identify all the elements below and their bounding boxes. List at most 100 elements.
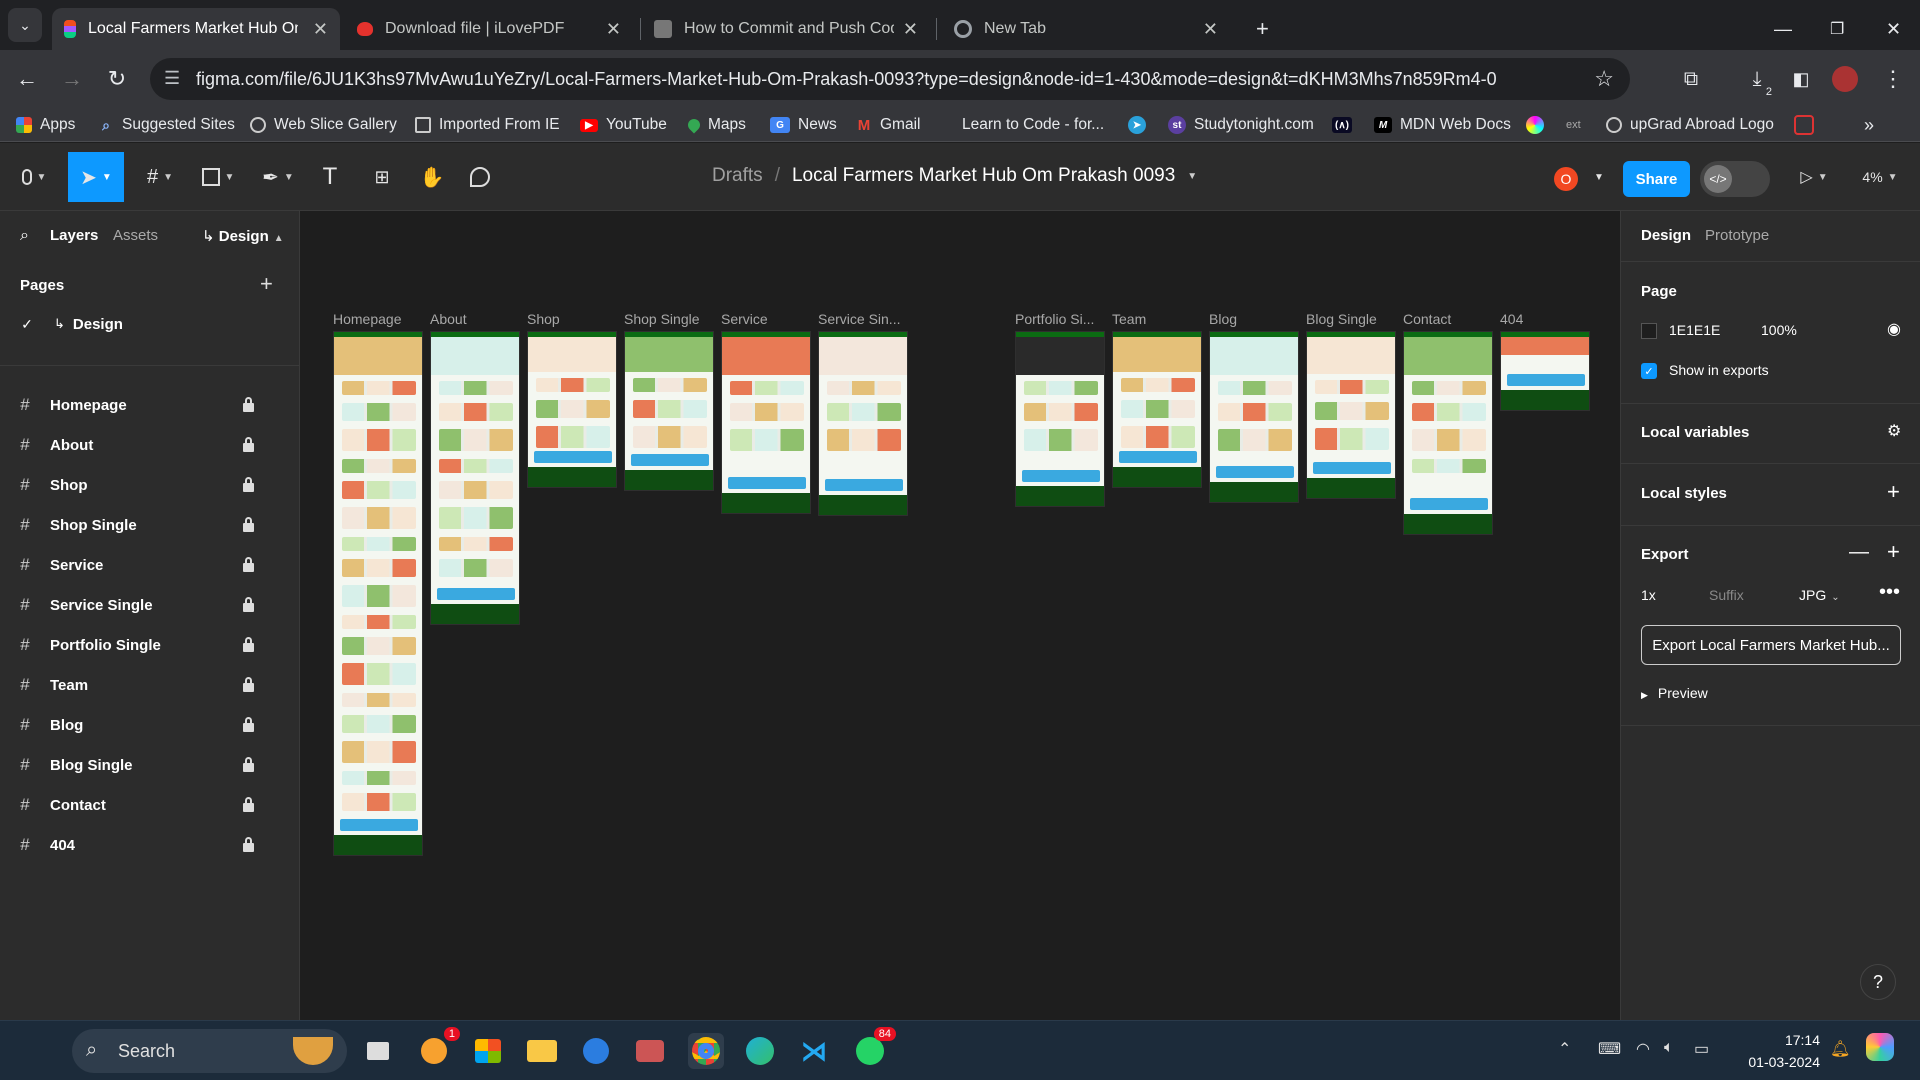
bookmark-learn-to-code[interactable]: Learn to Code - for... [946, 114, 1104, 136]
layer-item[interactable]: # Service [0, 545, 300, 585]
canvas-frame[interactable]: Service Sin... [818, 311, 908, 516]
canvas-frame[interactable]: Service [721, 311, 811, 514]
layer-item[interactable]: # Shop Single [0, 505, 300, 545]
frame-label[interactable]: Blog Single [1306, 311, 1402, 327]
export-more-options-icon[interactable]: ••• [1879, 581, 1900, 604]
bookmark-mdn[interactable]: M MDN Web Docs [1374, 114, 1511, 136]
frame-label[interactable]: Contact [1403, 311, 1499, 327]
canvas-frame[interactable]: Blog [1209, 311, 1299, 503]
file-title[interactable]: Local Farmers Market Hub Om Prakash 0093 [792, 165, 1175, 187]
layer-item[interactable]: # About [0, 425, 300, 465]
layer-item[interactable]: # Blog [0, 705, 300, 745]
notification-bell-icon[interactable]: 🔔︎ [1830, 1039, 1850, 1059]
share-button[interactable]: Share [1623, 161, 1690, 197]
tab-new-tab[interactable]: New Tab ✕ [942, 8, 1230, 50]
remove-export-minus-icon[interactable]: — [1849, 541, 1869, 564]
canvas-frame[interactable]: Blog Single [1306, 311, 1396, 499]
tab-assets[interactable]: Assets [113, 227, 158, 244]
lock-icon[interactable] [242, 757, 256, 773]
restore-window-icon[interactable]: ❐ [1818, 8, 1856, 50]
bookmark-web-slice[interactable]: Web Slice Gallery [250, 114, 397, 136]
layer-item[interactable]: # Shop [0, 465, 300, 505]
frame-label[interactable]: Homepage [333, 311, 429, 327]
bookmark-ext[interactable]: ext [1566, 114, 1581, 136]
design-canvas[interactable]: Homepage About Shop Shop Single Service Servi… [300, 211, 1620, 1020]
add-style-plus-icon[interactable]: + [1887, 479, 1900, 505]
address-bar[interactable]: ☰ figma.com/file/6JU1K3hs97MvAwu1uYeZry/… [150, 58, 1630, 100]
tab-ilovepdf[interactable]: Download file | iLovePDF ✕ [345, 8, 633, 50]
frame-label[interactable]: Service [721, 311, 817, 327]
task-view-icon[interactable] [360, 1033, 396, 1069]
lock-icon[interactable] [242, 517, 256, 533]
comment-tool-button[interactable] [462, 152, 498, 202]
downloads-icon[interactable]: ⤓ 2 [1740, 62, 1774, 99]
close-tab-icon[interactable]: ✕ [903, 19, 918, 40]
layer-item[interactable]: # Blog Single [0, 745, 300, 785]
add-export-plus-icon[interactable]: + [1887, 539, 1900, 565]
local-variables-heading[interactable]: Local variables [1641, 424, 1749, 441]
lock-icon[interactable] [242, 557, 256, 573]
bookmark-telegram[interactable]: ➤ [1128, 114, 1154, 136]
zoom-menu[interactable]: 4% ▼ [1852, 152, 1908, 202]
close-tab-icon[interactable]: ✕ [606, 19, 621, 40]
tab-prototype[interactable]: Prototype [1705, 227, 1769, 244]
layer-item[interactable]: # Team [0, 665, 300, 705]
wifi-icon[interactable]: ◠ [1636, 1039, 1650, 1059]
bookmark-maps[interactable]: Maps [685, 114, 746, 136]
user-avatar[interactable]: O [1554, 167, 1578, 191]
frame-label[interactable]: Blog [1209, 311, 1305, 327]
layer-item[interactable]: # Portfolio Single [0, 625, 300, 665]
export-format-select[interactable]: JPG ⌄ [1799, 587, 1840, 603]
shape-tool-button[interactable]: ▼ [196, 152, 240, 202]
frame-label[interactable]: Shop [527, 311, 623, 327]
bookmark-freecodecamp-bracket[interactable]: (∧) [1332, 114, 1360, 136]
chrome-icon[interactable] [688, 1033, 724, 1069]
microsoft-store-icon[interactable] [470, 1033, 506, 1069]
new-tab-button[interactable]: + [1244, 8, 1281, 50]
frame-label[interactable]: Portfolio Si... [1015, 311, 1111, 327]
frame-label[interactable]: Team [1112, 311, 1208, 327]
layer-item[interactable]: # Service Single [0, 585, 300, 625]
tab-layers[interactable]: Layers [50, 227, 98, 244]
profile-avatar[interactable] [1828, 62, 1862, 96]
frame-label[interactable]: Shop Single [624, 311, 720, 327]
extensions-icon[interactable]: ⧉ [1674, 62, 1708, 96]
bookmark-upgrad[interactable]: upGrad Abroad Logo [1606, 114, 1774, 136]
page-switcher[interactable]: ↳ Design ▲ [202, 227, 284, 245]
page-opacity-value[interactable]: 100% [1761, 322, 1797, 338]
layer-item[interactable]: #404 [0, 825, 300, 865]
page-item-design[interactable]: ✓ ↳ Design [0, 309, 300, 339]
drafts-link[interactable]: Drafts [712, 165, 763, 187]
canvas-frame[interactable]: Portfolio Si... [1015, 311, 1105, 507]
show-in-exports-checkbox[interactable]: ✓ [1641, 363, 1657, 379]
bookmark-suggested-sites[interactable]: ⌕ Suggested Sites [98, 114, 235, 136]
text-tool-button[interactable]: T [314, 152, 346, 202]
frame-label[interactable]: Service Sin... [818, 311, 914, 327]
minimize-icon[interactable]: — [1762, 8, 1804, 50]
side-panel-icon[interactable]: ◧ [1784, 62, 1818, 96]
help-question-icon[interactable]: ? [1860, 964, 1896, 1000]
bookmark-star-icon[interactable]: ☆ [1594, 66, 1614, 92]
bookmark-studytonight[interactable]: st Studytonight.com [1168, 114, 1314, 136]
volume-icon[interactable]: 🔈︎ [1664, 1039, 1674, 1057]
tab-commit-push[interactable]: How to Commit and Push Code ✕ [642, 8, 930, 50]
taskbar-search[interactable]: ⌕ Search [72, 1029, 347, 1073]
file-explorer-icon[interactable] [524, 1033, 560, 1069]
lock-icon[interactable] [242, 837, 256, 853]
layer-item[interactable]: # Homepage [0, 385, 300, 425]
bookmark-red-logo[interactable] [1794, 114, 1822, 136]
search-layers-icon[interactable]: ⌕ [20, 227, 29, 245]
windows-start-icon[interactable] [22, 1033, 58, 1069]
whatsapp-icon[interactable]: 84 [852, 1027, 896, 1069]
export-scale[interactable]: 1x [1641, 587, 1656, 603]
battery-icon[interactable]: ▭ [1694, 1039, 1709, 1059]
edge-icon[interactable] [742, 1033, 778, 1069]
pen-tool-button[interactable]: ✒ ▼ [256, 152, 300, 202]
lock-icon[interactable] [242, 637, 256, 653]
frame-label[interactable]: About [430, 311, 526, 327]
show-hidden-icons-chevron-icon[interactable]: ⌃ [1558, 1039, 1571, 1059]
frame-label[interactable]: 404 [1500, 311, 1596, 327]
lock-icon[interactable] [242, 797, 256, 813]
preview-toggle[interactable]: ▶ Preview [1641, 685, 1708, 701]
dev-mode-toggle[interactable]: </> [1700, 161, 1770, 197]
